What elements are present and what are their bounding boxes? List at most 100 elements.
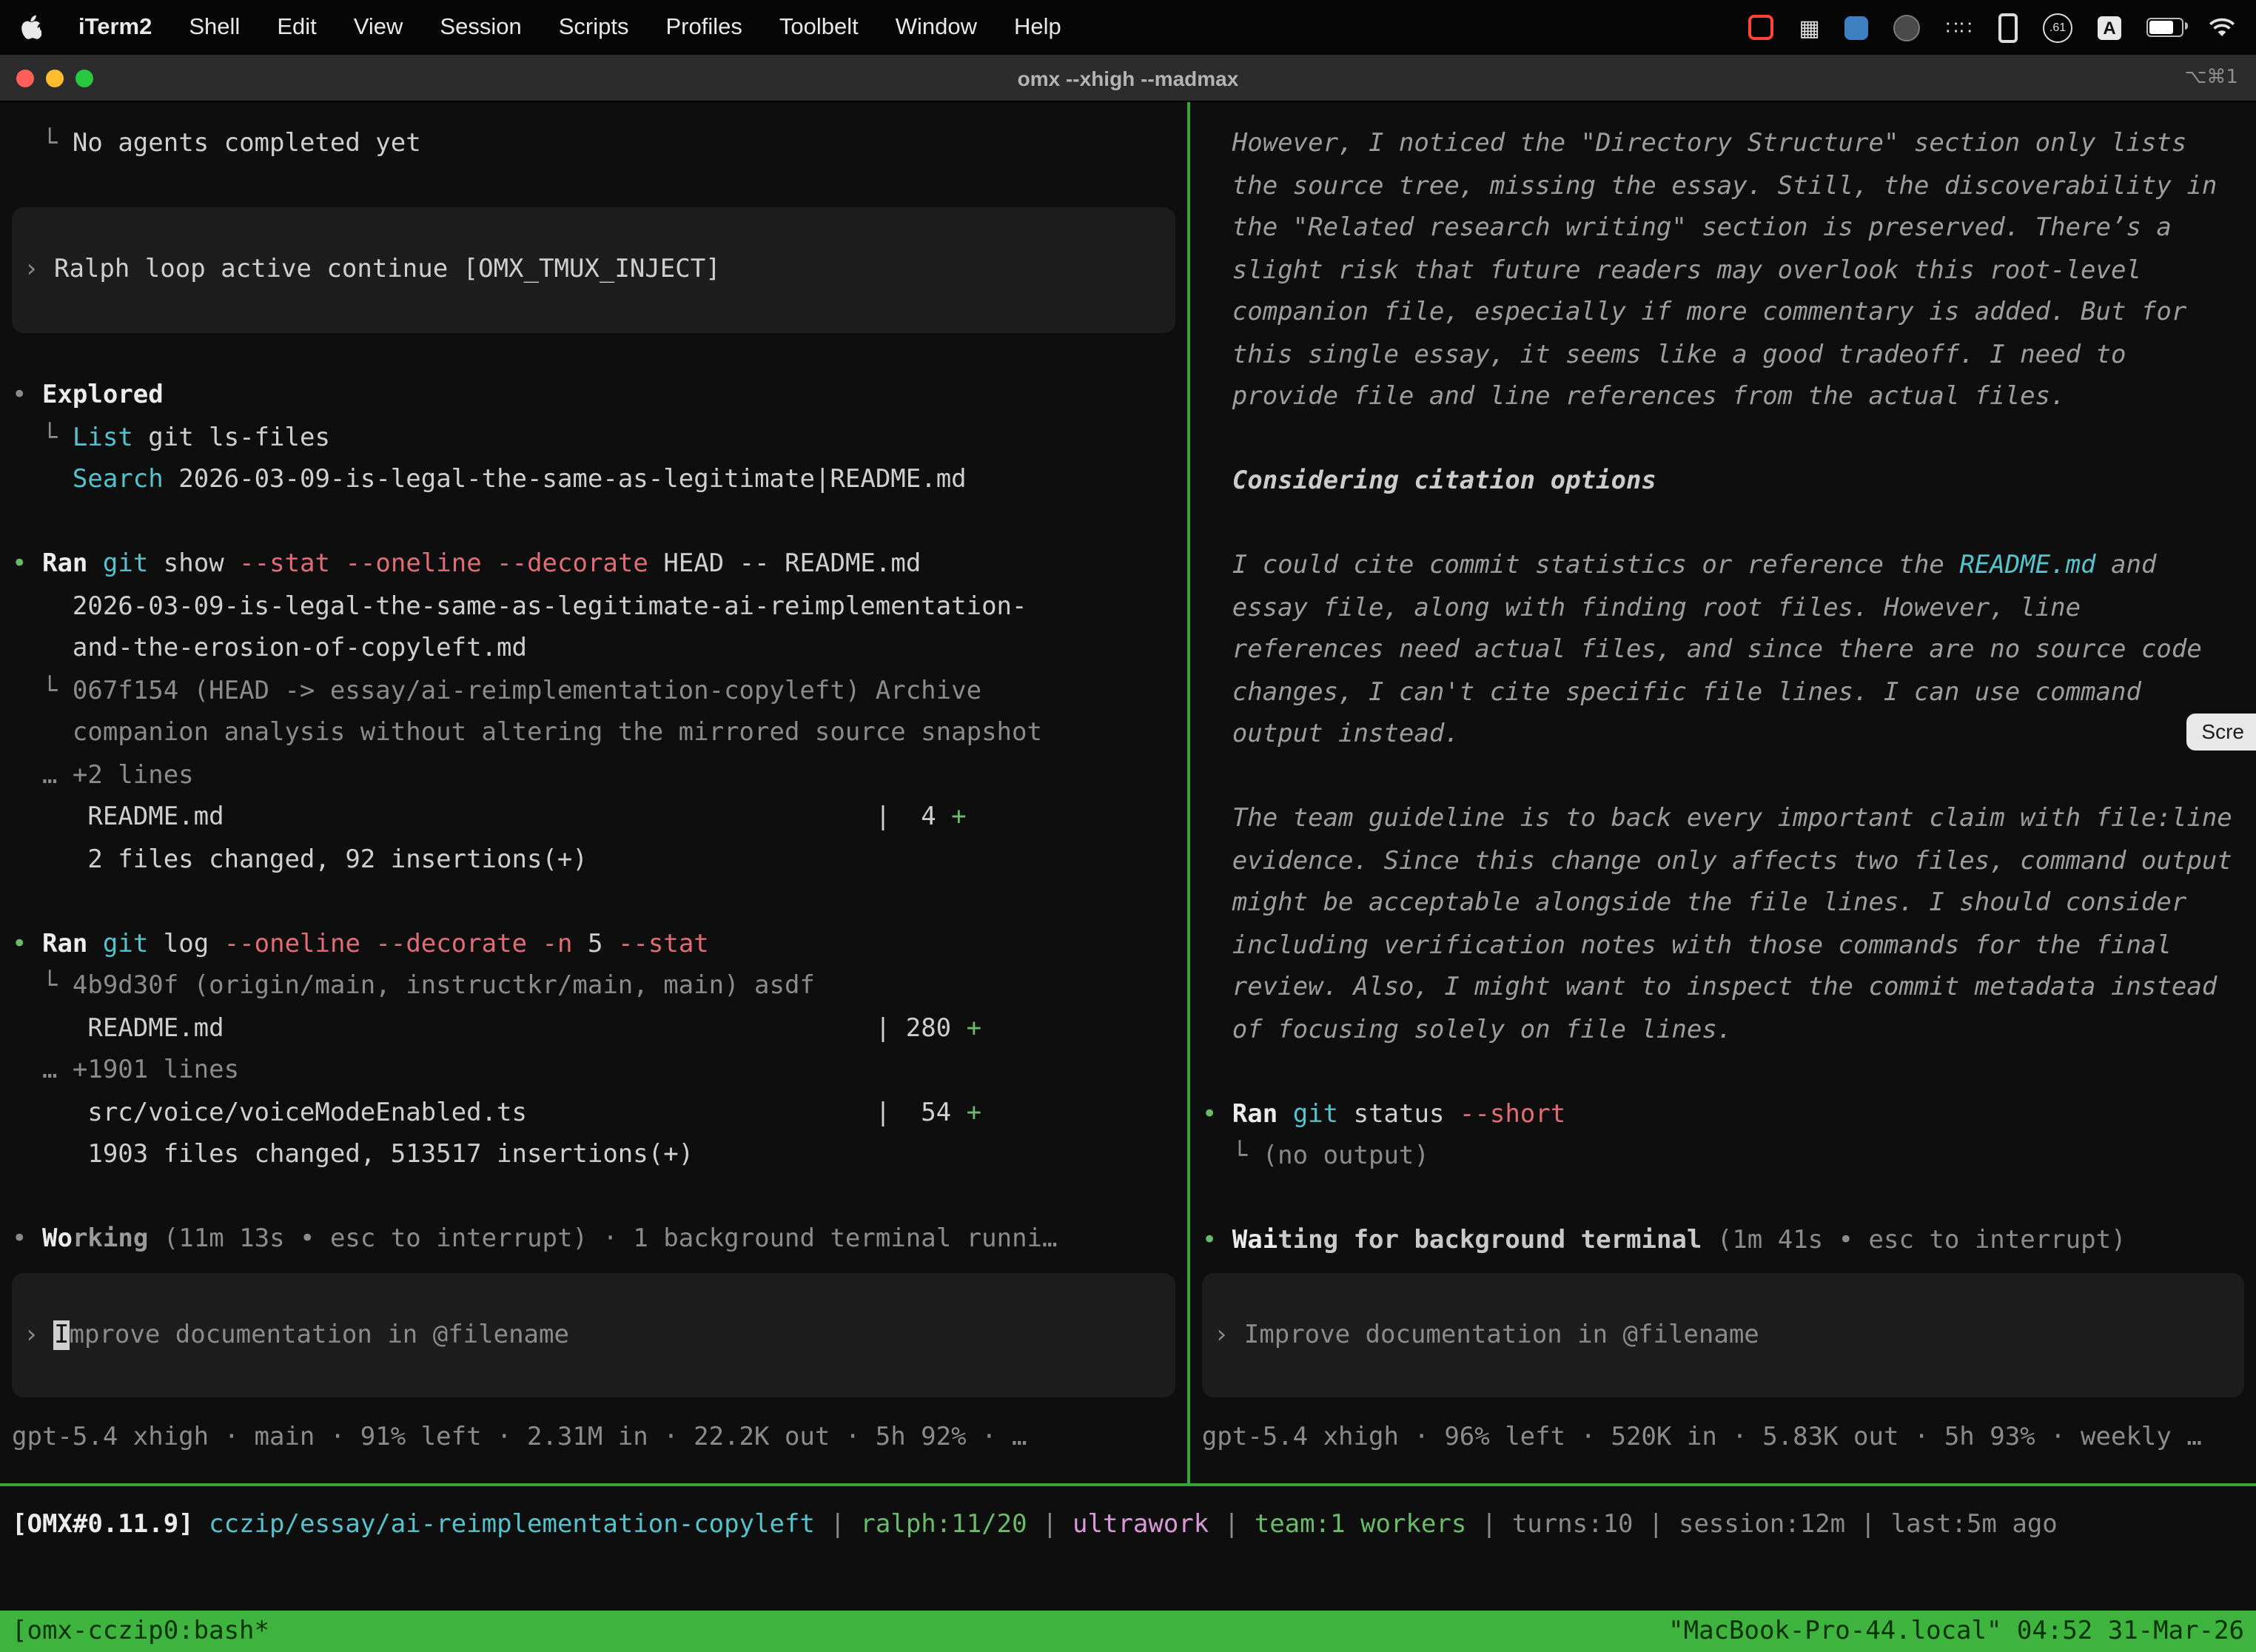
text-segment: gpt-5.4 xhigh · 96% left · 520K in · 5.8… xyxy=(1202,1423,2202,1452)
text-segment: --stat xyxy=(618,929,709,958)
terminal-line: review. Also, I might want to inspect th… xyxy=(1202,967,2247,1009)
window-manager-icon[interactable]: ▦ xyxy=(1799,14,1820,41)
app-icon-dark[interactable] xyxy=(1894,14,1921,41)
dots-grid-icon[interactable]: ∷∷ xyxy=(1946,16,1973,39)
menu-item-toolbelt[interactable]: Toolbelt xyxy=(779,14,859,41)
zoom-button[interactable] xyxy=(75,69,93,87)
terminal-line: might be acceptable alongside the file l… xyxy=(1202,882,2247,924)
menu-item-session[interactable]: Session xyxy=(440,14,521,41)
text-segment: show xyxy=(164,549,239,579)
terminal-pane-right[interactable]: However, I noticed the "Directory Struct… xyxy=(1190,102,2256,1483)
wifi-icon[interactable] xyxy=(2209,17,2235,38)
text-segment: • xyxy=(12,929,42,958)
terminal-line xyxy=(12,881,1178,923)
app-icon-blue[interactable] xyxy=(1845,16,1869,39)
text-segment: However, I noticed the "Directory Struct… xyxy=(1202,129,2187,158)
terminal-line: slight risk that future readers may over… xyxy=(1202,249,2247,292)
terminal-line: Search 2026-03-09-is-legal-the-same-as-l… xyxy=(12,459,1178,501)
text-segment: src/voice/voiceModeEnabled.ts xyxy=(12,1098,876,1127)
pane-right-content: However, I noticed the "Directory Struct… xyxy=(1202,123,2247,1263)
text-segment: Wo xyxy=(42,1224,73,1254)
text-segment: • xyxy=(1202,1099,1232,1129)
menu-item-help[interactable]: Help xyxy=(1014,14,1061,41)
terminal-line: README.md | 4 + xyxy=(12,796,1178,839)
text-segment: … +1901 lines xyxy=(12,1055,239,1085)
terminal-line: The team guideline is to back every impo… xyxy=(1202,798,2247,840)
tmux-session-window: [omx-cczip0:bash* xyxy=(12,1616,269,1646)
menu-item-edit[interactable]: Edit xyxy=(277,14,316,41)
text-segment xyxy=(12,465,73,494)
terminal-line: └ No agents completed yet xyxy=(12,123,1178,165)
text-segment: └ (no output) xyxy=(1202,1141,1429,1171)
minimize-button[interactable] xyxy=(46,69,64,87)
text-segment: git xyxy=(103,929,164,958)
text-segment: I could cite commit statistics or refere… xyxy=(1202,551,1960,580)
title-bar[interactable]: omx --xhigh --madmax ⌥⌘1 xyxy=(0,55,2256,102)
text-segment: › xyxy=(24,255,54,284)
terminal-line: I could cite commit statistics or refere… xyxy=(1202,545,2247,587)
text-segment: | xyxy=(1466,1509,1511,1539)
menu-item-profiles[interactable]: Profiles xyxy=(665,14,742,41)
menu-item-iterm2[interactable]: iTerm2 xyxy=(78,14,152,41)
terminal-line: the source tree, missing the essay. Stil… xyxy=(1202,165,2247,207)
terminal-line: • Ran git show --stat --oneline --decora… xyxy=(12,543,1178,585)
text-segment: List xyxy=(73,423,133,452)
text-segment: status xyxy=(1354,1099,1460,1129)
text-segment: | 280 xyxy=(876,1013,967,1043)
prompt-input-left[interactable]: › Improve documentation in @filename xyxy=(12,1272,1175,1397)
terminal-line: companion analysis without altering the … xyxy=(12,712,1178,754)
screen-share-overlay-tab[interactable]: Scre xyxy=(2186,713,2256,751)
phone-icon[interactable] xyxy=(1998,13,2018,42)
text-segment: | xyxy=(1634,1509,1679,1539)
cpu-gauge-icon[interactable]: .61 xyxy=(2043,13,2072,42)
text-segment: slight risk that future readers may over… xyxy=(1202,255,2141,285)
close-button[interactable] xyxy=(16,69,34,87)
terminal-line: this single essay, it seems like a good … xyxy=(1202,334,2247,376)
text-segment: changes, I can't cite specific file line… xyxy=(1202,677,2141,707)
menu-item-window[interactable]: Window xyxy=(896,14,977,41)
text-segment: ting for background terminal xyxy=(1278,1226,1702,1255)
text-segment: • xyxy=(12,1224,42,1254)
menu-item-shell[interactable]: Shell xyxy=(189,14,240,41)
terminal-line: companion file, especially if more comme… xyxy=(1202,292,2247,334)
text-segment: Ralph loop active continue [OMX_TMUX_INJ… xyxy=(54,255,721,284)
text-segment: └ xyxy=(12,129,73,158)
text-segment: 5 xyxy=(588,929,618,958)
text-segment: and-the-erosion-of-copyleft.md xyxy=(12,634,527,663)
tmux-panes: └ No agents completed yet › Ralph loop a… xyxy=(0,102,2256,1483)
text-cursor: I xyxy=(54,1320,70,1349)
text-segment: | xyxy=(1845,1509,1890,1539)
prompt-input-left-line: › Improve documentation in @filename xyxy=(24,1314,1164,1356)
model-status-left: gpt-5.4 xhigh · main · 91% left · 2.31M … xyxy=(12,1417,1178,1459)
text-segment: gpt-5.4 xhigh · main · 91% left · 2.31M … xyxy=(12,1423,1027,1452)
text-segment: the source tree, missing the essay. Stil… xyxy=(1202,171,2218,201)
terminal-line: output instead. xyxy=(1202,713,2247,756)
text-segment: + xyxy=(951,802,967,832)
prompt-text-left: › Improve documentation in @filename xyxy=(24,1314,1164,1356)
terminal-line: • Ran git log --oneline --decorate -n 5 … xyxy=(12,923,1178,965)
apple-menu-icon[interactable] xyxy=(21,15,41,40)
ralph-loop-banner[interactable]: › Ralph loop active continue [OMX_TMUX_I… xyxy=(12,207,1175,332)
terminal-pane-left[interactable]: └ No agents completed yet › Ralph loop a… xyxy=(0,102,1187,1483)
prompt-text-right: › Improve documentation in @filename xyxy=(1214,1314,2232,1356)
terminal-line xyxy=(1202,1051,2247,1093)
display-scaler: iTerm2 Shell Edit View Session Scripts Profile… xyxy=(0,0,2256,1652)
window-shortcut-badge: ⌥⌘1 xyxy=(2184,67,2256,89)
text-segment xyxy=(194,1509,209,1539)
text-segment: • xyxy=(1202,1226,1232,1255)
input-source-icon[interactable]: A xyxy=(2098,16,2121,39)
text-segment: --short xyxy=(1460,1099,1565,1129)
terminal-line xyxy=(1202,756,2247,798)
screen-recording-indicator-icon[interactable] xyxy=(1749,15,1774,40)
battery-icon[interactable] xyxy=(2146,18,2183,37)
menu-bar-left: iTerm2 Shell Edit View Session Scripts Profile… xyxy=(21,14,1061,41)
tmux-host-clock: "MacBook-Pro-44.local" 04:52 31-Mar-26 xyxy=(1668,1616,2244,1646)
text-segment: ralph:11/20 xyxy=(860,1509,1027,1539)
text-segment: git xyxy=(103,549,164,579)
menu-item-scripts[interactable]: Scripts xyxy=(559,14,629,41)
prompt-input-right[interactable]: › Improve documentation in @filename xyxy=(1202,1272,2244,1397)
text-segment: 2 files changed, 92 insertions(+) xyxy=(12,845,588,874)
terminal-line xyxy=(12,332,1178,375)
terminal-line xyxy=(1202,503,2247,545)
menu-item-view[interactable]: View xyxy=(354,14,403,41)
